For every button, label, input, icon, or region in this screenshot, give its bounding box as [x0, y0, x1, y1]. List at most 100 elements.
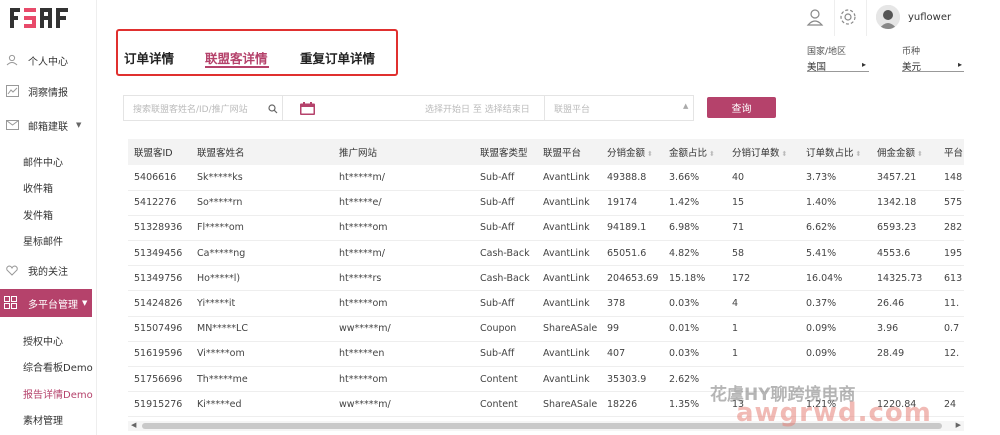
- grid-icon: [4, 296, 20, 310]
- sidebar-item-platform[interactable]: 多平台管理 ▼: [0, 289, 92, 317]
- table-cell: 6.62%: [800, 215, 871, 242]
- col-header: 推广网站: [333, 139, 474, 165]
- table-row[interactable]: 51349456 Ca*****ng ht*****m/Cash-Back Avant…: [128, 240, 964, 267]
- app-logo[interactable]: [10, 6, 82, 30]
- sidebar-sub-report[interactable]: 报告详情Demo: [23, 386, 93, 401]
- sidebar-sub-mail-center[interactable]: 邮件中心: [23, 154, 63, 169]
- table-cell: 71: [726, 215, 800, 242]
- table-cell: ht*****e/: [333, 190, 474, 216]
- table-cell: 99: [601, 316, 663, 342]
- table-cell: 378: [601, 290, 663, 317]
- heart-icon: [4, 263, 20, 277]
- table-cell: 282: [938, 215, 964, 242]
- sidebar-sub-inbox[interactable]: 收件箱: [23, 180, 53, 195]
- search-icon[interactable]: [268, 104, 278, 114]
- table-cell: 15: [726, 190, 800, 216]
- table-cell: 148: [938, 165, 964, 191]
- table-cell: 15.18%: [663, 265, 726, 292]
- table-cell: 3.66%: [663, 165, 726, 191]
- sidebar-item-follow[interactable]: 我的关注: [0, 259, 97, 281]
- sidebar-sub-sent[interactable]: 发件箱: [23, 207, 53, 222]
- table-row[interactable]: 51424826 Yi*****it ht*****om Sub-Aff AvantLi…: [128, 290, 964, 317]
- table-cell: AvantLink: [537, 366, 601, 393]
- table-cell: AvantLink: [537, 290, 601, 317]
- table-cell: 35303.9: [601, 366, 663, 393]
- table-cell: 3.73%: [800, 165, 871, 191]
- sidebar-item-personal[interactable]: 个人中心: [0, 49, 97, 71]
- col-header-sortable[interactable]: 佣金金额 ⬍: [871, 139, 938, 165]
- table-cell: ht*****m/: [333, 240, 474, 267]
- table-cell: AvantLink: [537, 215, 601, 242]
- table-row[interactable]: 5412276 So*****rn ht*****e/Sub-Aff AvantLin…: [128, 190, 964, 216]
- chart-icon: [4, 84, 20, 98]
- scroll-right-icon: ▶: [955, 421, 961, 429]
- table-cell: 6593.23: [871, 215, 938, 242]
- table-cell: [871, 366, 938, 393]
- table-cell: 1.40%: [800, 190, 871, 216]
- table-cell: 613: [938, 265, 964, 292]
- table-row[interactable]: 51507496 MN*****LC ww*****m/Coupon ShareASa…: [128, 316, 964, 342]
- table-row[interactable]: 5406616 Sk*****ks ht*****m/Sub-Aff AvantLin…: [128, 165, 964, 191]
- table-cell: 0.03%: [663, 290, 726, 317]
- sidebar-item-mail[interactable]: 邮箱建联 ▼: [0, 114, 97, 136]
- table-row[interactable]: 51619596 Vi*****om ht*****en Sub-Aff AvantLi…: [128, 341, 964, 368]
- affiliate-table: 联盟客ID 联盟客姓名 推广网站 联盟客类型 联盟平台 分销金额 ⬍ 金额占比 ⬍ …: [128, 139, 964, 421]
- table-row[interactable]: 51328936 Fl*****om ht*****om Sub-Aff AvantLi…: [128, 215, 964, 242]
- table-cell: 26.46: [871, 290, 938, 317]
- profile-icon[interactable]: [806, 8, 824, 26]
- caret-up-icon: ▲: [683, 102, 689, 110]
- table-cell: Sk*****ks: [191, 165, 333, 191]
- calendar-icon: [300, 102, 315, 115]
- table-cell: ht*****rs: [333, 265, 474, 292]
- sidebar-sub-starred[interactable]: 星标邮件: [23, 233, 63, 248]
- col-header: 联盟客姓名: [191, 139, 333, 165]
- table-cell: 5.41%: [800, 240, 871, 267]
- table-cell: Ho*****l): [191, 265, 333, 292]
- col-header-sortable[interactable]: 分销金额 ⬍: [601, 139, 663, 165]
- table-cell: 4: [726, 290, 800, 317]
- currency-select[interactable]: 美元: [902, 59, 964, 73]
- avatar[interactable]: [876, 5, 900, 29]
- sidebar-sub-material[interactable]: 素材管理: [23, 412, 63, 427]
- search-input[interactable]: 搜索联盟客姓名/ID/推广网站: [123, 95, 283, 121]
- table-cell: 24: [938, 391, 964, 418]
- table-cell: 19174: [601, 190, 663, 216]
- sidebar: 个人中心 洞察情报 邮箱建联 ▼ 邮件中心 收件箱 发件箱 星标邮件 我的关注 …: [0, 0, 97, 435]
- table-cell: 0.03%: [663, 341, 726, 368]
- chevron-down-icon: ▼: [82, 299, 88, 307]
- search-placeholder: 搜索联盟客姓名/ID/推广网站: [133, 105, 248, 115]
- tab-affiliate-details[interactable]: 联盟客详情: [205, 48, 268, 67]
- sidebar-sub-dashboard[interactable]: 综合看板Demo: [23, 359, 93, 374]
- region-select[interactable]: 美国: [807, 59, 869, 73]
- table-cell: ShareASale: [537, 391, 601, 418]
- table-row[interactable]: 51349756 Ho*****l) ht*****rs Cash-Back Avant…: [128, 265, 964, 292]
- col-header: 联盟客类型: [474, 139, 537, 165]
- username[interactable]: yuflower: [908, 12, 951, 23]
- sidebar-sub-auth[interactable]: 授权中心: [23, 333, 63, 348]
- tab-repeat-order-details[interactable]: 重复订单详情: [300, 48, 375, 67]
- platform-select[interactable]: 联盟平台 ▲: [544, 95, 694, 121]
- table-cell: AvantLink: [537, 190, 601, 216]
- table-cell: Th*****me: [191, 366, 333, 393]
- table-cell: 14325.73: [871, 265, 938, 292]
- table-cell: 51756696: [128, 366, 191, 393]
- col-header-sortable[interactable]: 金额占比 ⬍: [663, 139, 726, 165]
- sidebar-item-insight[interactable]: 洞察情报: [0, 80, 97, 102]
- col-header-sortable[interactable]: 分销订单数 ⬍: [726, 139, 800, 165]
- chevron-down-icon: ▼: [76, 121, 82, 129]
- gear-icon[interactable]: [839, 8, 857, 26]
- table-cell: Fl*****om: [191, 215, 333, 242]
- query-button[interactable]: 查询: [707, 97, 776, 118]
- sidebar-item-label: 多平台管理: [28, 299, 78, 311]
- col-header-sortable[interactable]: 订单数占比 ⬍: [800, 139, 871, 165]
- table-cell: 3.96: [871, 316, 938, 342]
- tab-order-details[interactable]: 订单详情: [124, 48, 174, 67]
- table-cell: 65051.6: [601, 240, 663, 267]
- table-cell: Cash-Back: [474, 265, 537, 292]
- date-range-picker[interactable]: 选择开始日 至 选择结束日: [282, 95, 545, 121]
- table-cell: 172: [726, 265, 800, 292]
- table-cell: Vi*****om: [191, 341, 333, 368]
- table-cell: 49388.8: [601, 165, 663, 191]
- sidebar-item-label: 邮箱建联: [28, 121, 68, 133]
- table-cell: 51424826: [128, 290, 191, 317]
